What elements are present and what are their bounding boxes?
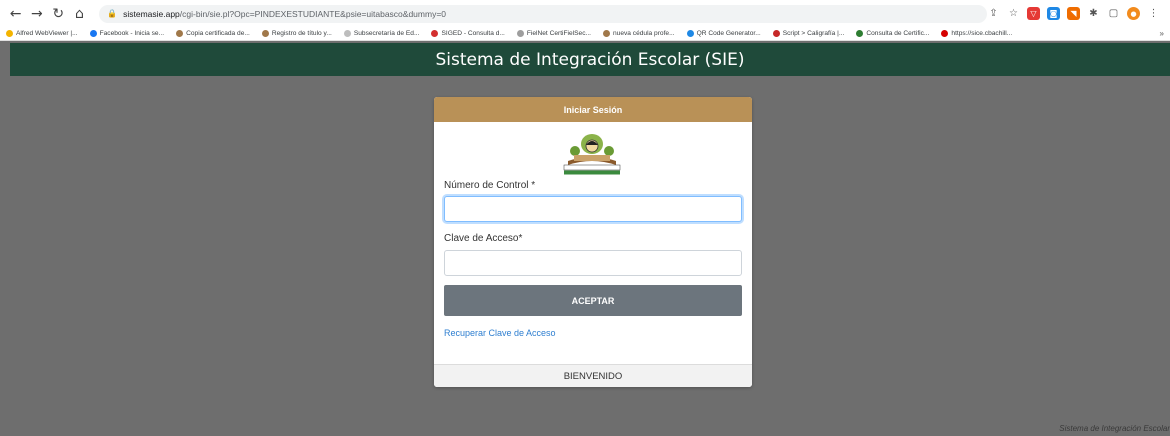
bookmark-item[interactable]: QR Code Generator... bbox=[686, 30, 761, 37]
bookmarks-bar: Alfred WebViewer |... Facebook - Inicia s… bbox=[0, 27, 1170, 41]
bookmark-label: Registro de título y... bbox=[271, 30, 332, 37]
reload-icon[interactable]: ↻ bbox=[49, 4, 68, 24]
control-number-input[interactable] bbox=[444, 196, 742, 222]
password-input[interactable] bbox=[444, 250, 742, 276]
bookmark-favicon-icon bbox=[856, 30, 864, 37]
page-title: Sistema de Integración Escolar (SIE) bbox=[435, 49, 745, 70]
bookmark-label: FielNet CertiFielSec... bbox=[526, 30, 591, 37]
bookmark-item[interactable]: Alfred WebViewer |... bbox=[6, 30, 78, 37]
password-label: Clave de Acceso* bbox=[444, 233, 523, 244]
bookmark-favicon-icon bbox=[941, 30, 949, 37]
bookmark-label: Subsecretaría de Ed... bbox=[353, 30, 420, 37]
home-icon[interactable]: ⌂ bbox=[70, 4, 89, 24]
bookmark-label: QR Code Generator... bbox=[696, 30, 761, 37]
bookmark-label: Facebook - Inicia se... bbox=[99, 30, 165, 37]
bookmark-label: Script > Caligrafía |... bbox=[782, 30, 845, 37]
extension-pocket-icon[interactable]: ▽ bbox=[1027, 7, 1040, 20]
bookmark-favicon-icon bbox=[686, 30, 694, 37]
bookmark-favicon-icon bbox=[6, 30, 13, 37]
bookmark-label: Consulta de Certific... bbox=[866, 30, 930, 37]
login-card-header: Iniciar Sesión bbox=[434, 97, 752, 122]
recover-password-link[interactable]: Recuperar Clave de Acceso bbox=[444, 328, 556, 338]
bookmark-label: https://sice.cbachill... bbox=[951, 30, 1013, 37]
extensions-puzzle-icon[interactable]: ✱ bbox=[1087, 7, 1100, 20]
bookmark-item[interactable]: Subsecretaría de Ed... bbox=[343, 30, 420, 37]
bookmark-item[interactable]: Facebook - Inicia se... bbox=[89, 30, 165, 37]
browser-toolbar: ← → ↻ ⌂ 🔒 sistemasie.app /cgi-bin/sie.pl… bbox=[0, 0, 1170, 27]
extension-search-icon[interactable]: ◙ bbox=[1047, 7, 1060, 20]
back-icon[interactable]: ← bbox=[6, 4, 25, 24]
bookmark-item[interactable]: Registro de título y... bbox=[261, 30, 332, 37]
bookmarks-overflow-icon[interactable]: » bbox=[1160, 29, 1164, 38]
bookmark-item[interactable]: SIGED - Consulta d... bbox=[431, 30, 505, 37]
bookmark-label: Alfred WebViewer |... bbox=[16, 30, 78, 37]
bookmark-item[interactable]: Script > Caligrafía |... bbox=[772, 30, 845, 37]
profile-avatar-icon[interactable]: ● bbox=[1127, 7, 1140, 20]
bookmark-favicon-icon bbox=[603, 30, 610, 37]
side-panel-icon[interactable]: ▢ bbox=[1107, 7, 1120, 20]
extension-rss-icon[interactable]: ◥ bbox=[1067, 7, 1080, 20]
bookmark-item[interactable]: https://sice.cbachill... bbox=[941, 30, 1012, 37]
menu-kebab-icon[interactable]: ⋮ bbox=[1147, 7, 1160, 20]
bookmark-star-icon[interactable]: ☆ bbox=[1007, 7, 1020, 20]
bookmark-favicon-icon bbox=[431, 30, 439, 37]
university-logo bbox=[563, 134, 621, 175]
address-bar[interactable]: 🔒 sistemasie.app /cgi-bin/sie.pl?Opc=PIN… bbox=[99, 4, 987, 23]
bookmark-item[interactable]: nueva cédula profe... bbox=[603, 30, 675, 37]
forward-icon[interactable]: → bbox=[27, 4, 46, 24]
bookmark-label: Copia certificada de... bbox=[186, 30, 250, 37]
bookmark-favicon-icon bbox=[516, 30, 524, 37]
bookmark-favicon-icon bbox=[343, 30, 351, 37]
share-icon[interactable]: ⇪ bbox=[987, 7, 1000, 20]
url-path: /cgi-bin/sie.pl?Opc=PINDEXESTUDIANTE&psi… bbox=[179, 8, 447, 19]
login-card-footer: BIENVENIDO bbox=[434, 364, 752, 387]
bookmark-item[interactable]: Consulta de Certific... bbox=[856, 30, 929, 37]
login-card-body: Número de Control * Clave de Acceso* ACE… bbox=[434, 122, 752, 365]
bookmark-label: SIGED - Consulta d... bbox=[441, 30, 505, 37]
bookmark-item[interactable]: FielNet CertiFielSec... bbox=[516, 30, 591, 37]
toolbar-actions: ⇪ ☆ ▽ ◙ ◥ ✱ ▢ ● ⋮ bbox=[987, 7, 1164, 20]
bookmark-favicon-icon bbox=[261, 30, 269, 37]
app-header: Sistema de Integración Escolar (SIE) bbox=[10, 43, 1170, 76]
login-card: Iniciar Sesión Número de Control * Clave… bbox=[434, 97, 752, 387]
bookmark-label: nueva cédula profe... bbox=[613, 30, 675, 37]
control-number-label: Número de Control * bbox=[444, 180, 536, 191]
bookmark-favicon-icon bbox=[89, 30, 97, 37]
accept-button[interactable]: ACEPTAR bbox=[444, 285, 742, 316]
bookmark-favicon-icon bbox=[772, 30, 780, 37]
lock-icon: 🔒 bbox=[107, 9, 118, 18]
bookmark-item[interactable]: Copia certificada de... bbox=[176, 30, 250, 37]
footer-note: Sistema de Integración Escolar bbox=[1059, 424, 1170, 433]
url-host: sistemasie.app bbox=[123, 8, 180, 19]
bookmark-favicon-icon bbox=[176, 30, 184, 37]
